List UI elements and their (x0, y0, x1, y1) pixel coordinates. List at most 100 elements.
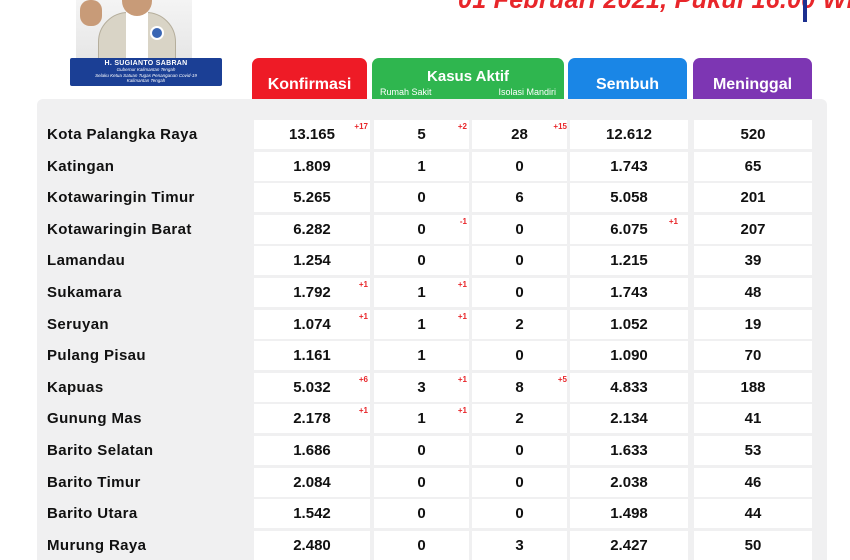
isolasi-mandiri-cell: 8 +5 (472, 372, 567, 402)
isolasi-mandiri-cell-value: 6 (515, 189, 524, 207)
isolasi-mandiri-cell-value: 0 (515, 252, 524, 270)
report-date: 01 Februari 2021, Pukul 16.00 WIB (458, 0, 850, 14)
region-name-value: Kota Palangka Raya (47, 126, 198, 143)
emblem-icon (150, 26, 164, 40)
region-name-value: Kotawaringin Timur (47, 189, 195, 207)
rumah-sakit-cell: 0 -1 (374, 214, 469, 244)
isolasi-mandiri-cell: 0 (472, 499, 567, 529)
meninggal-cell: 188 (694, 372, 812, 402)
sembuh-cell: 1.633 (570, 435, 688, 465)
konfirmasi-cell-value: 2.480 (293, 536, 331, 554)
konfirmasi-cell-delta: +1 (358, 406, 368, 416)
meninggal-cell: 50 (694, 530, 812, 560)
rumah-sakit-cell: 1 +1 (374, 277, 469, 307)
region-name: Barito Utara (47, 499, 247, 528)
isolasi-mandiri-cell: 0 (472, 151, 567, 181)
isolasi-mandiri-cell: 0 (472, 435, 567, 465)
rumah-sakit-cell-delta: +1 (457, 374, 467, 384)
meninggal-cell: 53 (694, 435, 812, 465)
rumah-sakit-cell-delta: +2 (457, 122, 467, 131)
meninggal-cell: 65 (694, 151, 812, 181)
isolasi-mandiri-cell-value: 2 (515, 410, 524, 428)
table-row: Kota Palangka Raya 13.165 +17 5 +2 28 +15 12.61… (0, 120, 850, 149)
governor-namecard: H. SUGIANTO SABRAN Gubernur Kalimantan T… (70, 58, 222, 86)
sembuh-cell-value: 4.833 (610, 378, 648, 396)
rumah-sakit-cell-value: 1 (417, 157, 426, 175)
rumah-sakit-cell: 0 (374, 467, 469, 497)
table-row: Murung Raya 2.480 0 3 2.427 50 (0, 530, 850, 560)
table-row: Gunung Mas 2.178 +1 1 +1 2 2.134 41 (0, 404, 850, 434)
region-name: Seruyan (47, 310, 247, 339)
sembuh-cell-value: 1.743 (610, 283, 648, 301)
rumah-sakit-cell-value: 0 (417, 441, 426, 459)
konfirmasi-cell: 2.178 +1 (254, 404, 370, 434)
sembuh-cell: 2.427 (570, 530, 688, 560)
rumah-sakit-cell: 5 +2 (374, 120, 469, 149)
data-table: Kota Palangka Raya 13.165 +17 5 +2 28 +15 12.61… (0, 120, 850, 560)
konfirmasi-cell: 6.282 (254, 214, 370, 244)
table-row: Katingan 1.809 1 0 1.743 65 (0, 151, 850, 181)
sembuh-cell: 2.038 (570, 467, 688, 497)
sembuh-cell-value: 1.052 (610, 315, 648, 333)
isolasi-mandiri-cell: 28 +15 (472, 120, 567, 149)
meninggal-cell: 19 (694, 309, 812, 339)
meninggal-cell-value: 188 (740, 378, 766, 396)
meninggal-cell-value: 53 (744, 441, 762, 459)
region-name-value: Pulang Pisau (47, 347, 146, 365)
governor-name: H. SUGIANTO SABRAN (104, 60, 188, 67)
rumah-sakit-cell-value: 0 (417, 252, 426, 270)
konfirmasi-cell: 13.165 +17 (254, 120, 370, 149)
sembuh-cell-value: 1.215 (610, 252, 648, 270)
region-name-value: Lamandau (47, 252, 126, 270)
isolasi-mandiri-cell-value: 28 (511, 126, 528, 143)
region-name: Kotawaringin Barat (47, 215, 247, 244)
konfirmasi-cell-value: 6.282 (293, 220, 331, 238)
meninggal-cell-value: 39 (744, 252, 762, 270)
sembuh-cell-delta: +1 (668, 216, 678, 226)
isolasi-mandiri-cell-delta: +5 (557, 374, 567, 384)
rumah-sakit-cell-value: 0 (417, 505, 426, 523)
rumah-sakit-cell-delta: -1 (459, 216, 467, 226)
table-row: Barito Selatan 1.686 0 0 1.633 53 (0, 435, 850, 465)
meninggal-cell-value: 46 (744, 473, 762, 491)
region-name: Barito Timur (47, 468, 247, 497)
meninggal-cell: 44 (694, 499, 812, 529)
isolasi-mandiri-cell: 0 (472, 467, 567, 497)
konfirmasi-cell-delta: +1 (358, 279, 368, 289)
meninggal-cell-value: 50 (744, 536, 762, 554)
sembuh-cell-value: 2.134 (610, 410, 648, 428)
rumah-sakit-cell-value: 0 (417, 220, 426, 238)
konfirmasi-cell-delta: +1 (358, 311, 368, 321)
rumah-sakit-cell-value: 1 (417, 283, 426, 301)
konfirmasi-cell-value: 2.178 (293, 410, 331, 428)
isolasi-mandiri-cell-value: 0 (515, 157, 524, 175)
rumah-sakit-cell: 3 +1 (374, 372, 469, 402)
isolasi-mandiri-cell-value: 3 (515, 536, 524, 554)
meninggal-cell: 207 (694, 214, 812, 244)
sembuh-cell-value: 1.090 (610, 347, 648, 365)
rumah-sakit-cell: 1 +1 (374, 404, 469, 434)
meninggal-cell-value: 70 (744, 347, 762, 365)
meninggal-cell: 41 (694, 404, 812, 434)
region-name-value: Barito Timur (47, 473, 141, 491)
table-row: Pulang Pisau 1.161 1 0 1.090 70 (0, 341, 850, 371)
konfirmasi-cell: 5.032 +6 (254, 372, 370, 402)
sembuh-cell: 1.052 (570, 309, 688, 339)
header-isolasi-mandiri-label: Isolasi Mandiri (498, 87, 556, 97)
meninggal-cell-value: 65 (744, 157, 762, 175)
sembuh-cell: 2.134 (570, 404, 688, 434)
region-name-value: Kapuas (47, 378, 104, 396)
konfirmasi-cell-value: 1.686 (293, 441, 331, 459)
governor-region: Kalimantan Tengah (126, 78, 166, 83)
header-rumah-sakit-label: Rumah Sakit (380, 87, 432, 97)
konfirmasi-cell: 2.480 (254, 530, 370, 560)
rumah-sakit-cell-value: 0 (417, 536, 426, 554)
rumah-sakit-cell: 0 (374, 183, 469, 213)
sembuh-cell: 1.215 (570, 246, 688, 276)
rumah-sakit-cell: 0 (374, 499, 469, 529)
meninggal-cell: 70 (694, 341, 812, 371)
table-row: Sukamara 1.792 +1 1 +1 0 1.743 48 (0, 277, 850, 307)
header-kasus-aktif-label: Kasus Aktif (427, 68, 509, 85)
rumah-sakit-cell-delta: +1 (457, 279, 467, 289)
isolasi-mandiri-cell: 0 (472, 214, 567, 244)
